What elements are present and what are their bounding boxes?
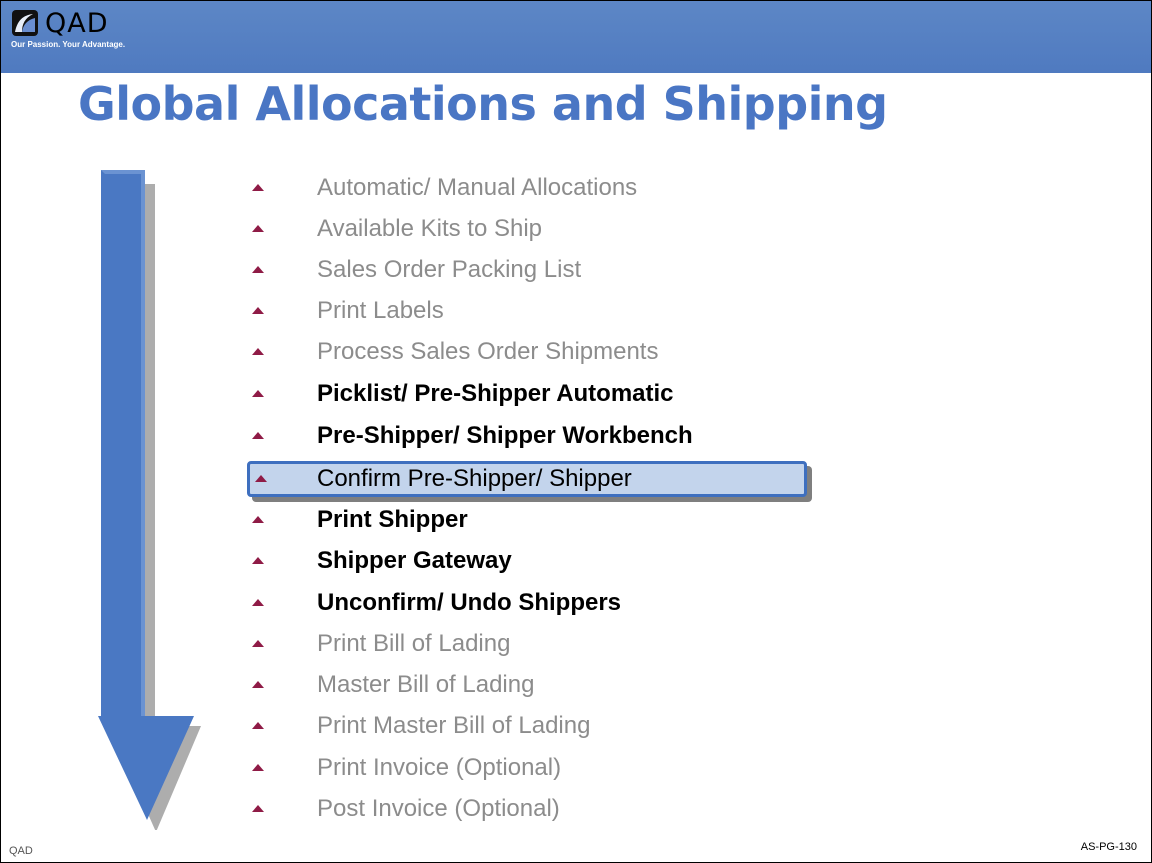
triangle-bullet-icon: [252, 681, 264, 688]
list-item-label: Automatic/ Manual Allocations: [317, 174, 638, 201]
triangle-bullet-icon: [252, 764, 264, 771]
triangle-bullet-icon: [255, 475, 267, 482]
list-item-label: Print Invoice (Optional): [317, 754, 562, 781]
list-item: Available Kits to Ship: [249, 209, 809, 249]
list-item-label: Picklist/ Pre-Shipper Automatic: [317, 380, 674, 407]
list-item: Unconfirm/ Undo Shippers: [249, 583, 809, 623]
triangle-bullet-icon: [252, 599, 264, 606]
list-item-label: Available Kits to Ship: [317, 215, 543, 242]
list-item: Automatic/ Manual Allocations: [249, 168, 809, 208]
list-item: Post Invoice (Optional): [249, 789, 809, 829]
triangle-bullet-icon: [252, 805, 264, 812]
triangle-bullet-icon: [252, 184, 264, 191]
footer-slide-id: AS-PG-130: [1080, 841, 1137, 853]
bullet-list: Automatic/ Manual Allocations Available K…: [1, 1, 1151, 862]
list-item: Print Shipper: [249, 500, 809, 540]
list-item: Picklist/ Pre-Shipper Automatic: [249, 374, 809, 414]
footer-left: QAD: [9, 845, 33, 857]
list-item-label: Confirm Pre-Shipper/ Shipper: [317, 465, 632, 492]
list-item: Confirm Pre-Shipper/ Shipper: [247, 461, 807, 497]
list-item: Print Labels: [249, 291, 809, 331]
list-item: Process Sales Order Shipments: [249, 332, 809, 372]
list-item-label: Print Master Bill of Lading: [317, 712, 591, 739]
triangle-bullet-icon: [252, 432, 264, 439]
list-item-label: Master Bill of Lading: [317, 671, 535, 698]
list-item: Print Invoice (Optional): [249, 748, 809, 788]
triangle-bullet-icon: [252, 516, 264, 523]
list-item-label: Print Bill of Lading: [317, 630, 511, 657]
triangle-bullet-icon: [252, 557, 264, 564]
list-item: Pre-Shipper/ Shipper Workbench: [249, 416, 809, 456]
triangle-bullet-icon: [252, 225, 264, 232]
slide: QAD Our Passion. Your Advantage. Global …: [0, 0, 1152, 863]
list-item: Shipper Gateway: [249, 541, 809, 581]
triangle-bullet-icon: [252, 348, 264, 355]
triangle-bullet-icon: [252, 307, 264, 314]
list-item-label: Pre-Shipper/ Shipper Workbench: [317, 422, 693, 449]
list-item-label: Process Sales Order Shipments: [317, 338, 659, 365]
list-item: Master Bill of Lading: [249, 665, 809, 705]
list-item-label: Print Labels: [317, 297, 444, 324]
triangle-bullet-icon: [252, 390, 264, 397]
triangle-bullet-icon: [252, 640, 264, 647]
list-item-label: Shipper Gateway: [317, 547, 512, 574]
list-item-label: Unconfirm/ Undo Shippers: [317, 589, 622, 616]
list-item-label: Post Invoice (Optional): [317, 795, 560, 822]
list-item-label: Sales Order Packing List: [317, 256, 582, 283]
list-item: Sales Order Packing List: [249, 250, 809, 290]
triangle-bullet-icon: [252, 722, 264, 729]
list-item: Print Bill of Lading: [249, 624, 809, 664]
list-item: Print Master Bill of Lading: [249, 706, 809, 746]
list-item-label: Print Shipper: [317, 506, 468, 533]
triangle-bullet-icon: [252, 266, 264, 273]
